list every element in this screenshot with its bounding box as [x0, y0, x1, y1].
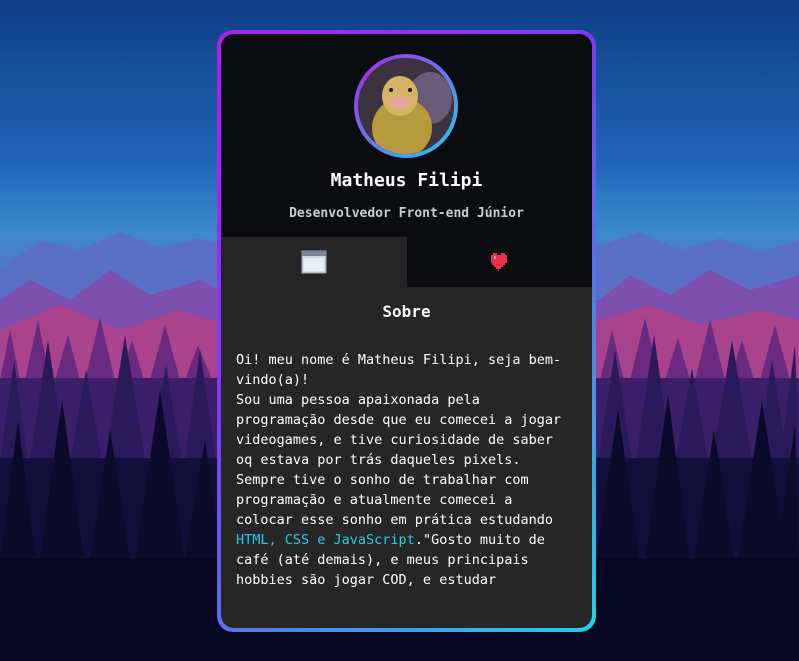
section-title: Sobre [382, 302, 431, 321]
browser-window-icon [301, 250, 327, 274]
profile-card-frame: Matheus Filipi Desenvolvedor Front-end J… [217, 30, 596, 632]
profile-card: Matheus Filipi Desenvolvedor Front-end J… [221, 34, 592, 628]
profile-name: Matheus Filipi [330, 170, 483, 191]
avatar-ring [354, 54, 458, 158]
about-text-part-1: Oi! meu nome é Matheus Filipi, seja bem-… [236, 352, 562, 528]
tab-bar [221, 237, 592, 287]
duck-photo-icon [358, 58, 454, 154]
avatar [358, 58, 454, 154]
heart-icon [491, 253, 508, 271]
tab-about[interactable] [221, 237, 407, 287]
tech-highlight: HTML, CSS e JavaScript [236, 532, 415, 548]
about-text: Oi! meu nome é Matheus Filipi, seja bem-… [236, 350, 566, 590]
profile-role: Desenvolvedor Front-end Júnior [289, 206, 524, 221]
profile-header: Matheus Filipi Desenvolvedor Front-end J… [221, 34, 592, 237]
tab-likes[interactable] [406, 237, 592, 287]
